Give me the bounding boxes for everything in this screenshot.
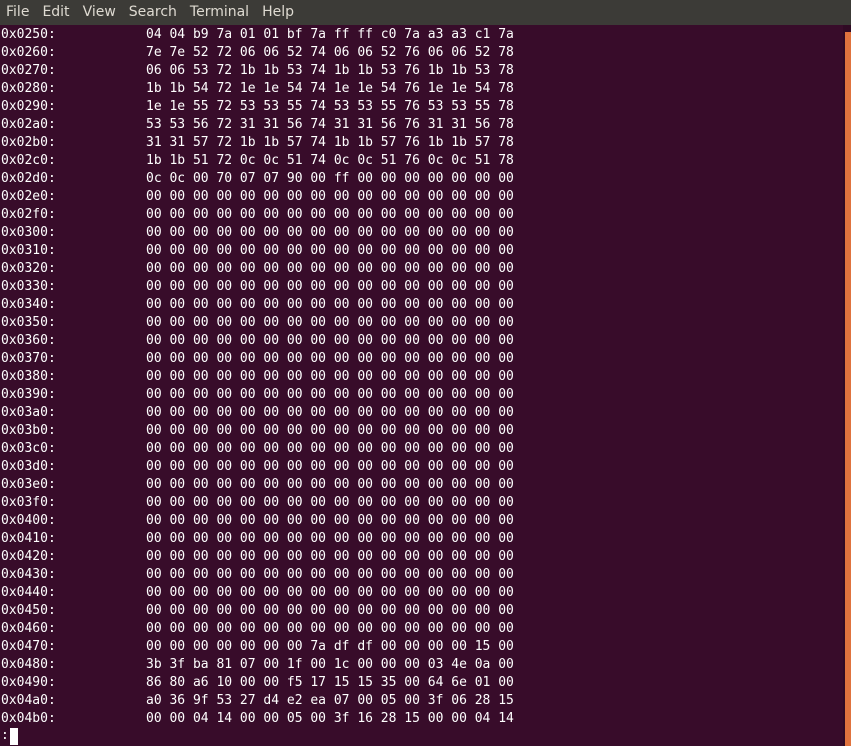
hex-address: 0x0490: bbox=[1, 675, 56, 690]
hex-address: 0x0430: bbox=[1, 567, 56, 582]
hex-address: 0x0480: bbox=[1, 657, 56, 672]
hex-address: 0x0460: bbox=[1, 621, 56, 636]
hex-bytes: 31 31 57 72 1b 1b 57 74 1b 1b 57 76 1b 1… bbox=[146, 135, 514, 150]
hex-address: 0x0340: bbox=[1, 297, 56, 312]
hex-address: 0x0410: bbox=[1, 531, 56, 546]
hex-address: 0x0360: bbox=[1, 333, 56, 348]
hex-address: 0x0350: bbox=[1, 315, 56, 330]
hex-address: 0x03d0: bbox=[1, 459, 56, 474]
hex-bytes: 00 00 00 00 00 00 00 00 00 00 00 00 00 0… bbox=[146, 621, 514, 636]
hex-address: 0x0300: bbox=[1, 225, 56, 240]
hex-bytes: 04 04 b9 7a 01 01 bf 7a ff ff c0 7a a3 a… bbox=[146, 27, 514, 42]
hex-address: 0x0390: bbox=[1, 387, 56, 402]
hex-address: 0x02c0: bbox=[1, 153, 56, 168]
hex-bytes: 00 00 00 00 00 00 00 00 00 00 00 00 00 0… bbox=[146, 243, 514, 258]
hex-address: 0x04b0: bbox=[1, 711, 56, 726]
hex-address: 0x0450: bbox=[1, 603, 56, 618]
hex-address: 0x03c0: bbox=[1, 441, 56, 456]
hex-bytes: 00 00 00 00 00 00 00 00 00 00 00 00 00 0… bbox=[146, 297, 514, 312]
hex-bytes: 1b 1b 54 72 1e 1e 54 74 1e 1e 54 76 1e 1… bbox=[146, 81, 514, 96]
hex-bytes: 7e 7e 52 72 06 06 52 74 06 06 52 76 06 0… bbox=[146, 45, 514, 60]
hex-bytes: 00 00 00 00 00 00 00 7a df df 00 00 00 0… bbox=[146, 639, 514, 654]
hex-bytes: 3b 3f ba 81 07 00 1f 00 1c 00 00 00 03 4… bbox=[146, 657, 514, 672]
hex-address: 0x02f0: bbox=[1, 207, 56, 222]
menu-file[interactable]: File bbox=[0, 0, 36, 25]
hex-address: 0x0370: bbox=[1, 351, 56, 366]
hex-bytes: 00 00 04 14 00 00 05 00 3f 16 28 15 00 0… bbox=[146, 711, 514, 726]
hex-bytes: 00 00 00 00 00 00 00 00 00 00 00 00 00 0… bbox=[146, 333, 514, 348]
pager-prompt[interactable]: : bbox=[1, 727, 18, 745]
hex-address: 0x0290: bbox=[1, 99, 56, 114]
hex-bytes: a0 36 9f 53 27 d4 e2 ea 07 00 05 00 3f 0… bbox=[146, 693, 514, 708]
hex-bytes: 1e 1e 55 72 53 53 55 74 53 53 55 76 53 5… bbox=[146, 99, 514, 114]
hex-bytes: 00 00 00 00 00 00 00 00 00 00 00 00 00 0… bbox=[146, 567, 514, 582]
hex-bytes: 00 00 00 00 00 00 00 00 00 00 00 00 00 0… bbox=[146, 225, 514, 240]
hex-bytes: 00 00 00 00 00 00 00 00 00 00 00 00 00 0… bbox=[146, 441, 514, 456]
hex-address: 0x03f0: bbox=[1, 495, 56, 510]
hex-address: 0x0470: bbox=[1, 639, 56, 654]
hex-address: 0x0260: bbox=[1, 45, 56, 60]
hex-address: 0x0310: bbox=[1, 243, 56, 258]
hex-bytes: 00 00 00 00 00 00 00 00 00 00 00 00 00 0… bbox=[146, 279, 514, 294]
menu-edit[interactable]: Edit bbox=[36, 0, 76, 25]
scroll-indicator bbox=[845, 32, 851, 746]
prompt-text: : bbox=[1, 728, 9, 743]
menu-terminal[interactable]: Terminal bbox=[184, 0, 256, 25]
menu-search[interactable]: Search bbox=[123, 0, 184, 25]
text-cursor bbox=[9, 727, 18, 745]
hex-bytes: 53 53 56 72 31 31 56 74 31 31 56 76 31 3… bbox=[146, 117, 514, 132]
hex-address: 0x0400: bbox=[1, 513, 56, 528]
hex-bytes: 0c 0c 00 70 07 07 90 00 ff 00 00 00 00 0… bbox=[146, 171, 514, 186]
hex-address: 0x03e0: bbox=[1, 477, 56, 492]
hex-address: 0x02a0: bbox=[1, 117, 56, 132]
menu-view[interactable]: View bbox=[77, 0, 123, 25]
hex-address: 0x03a0: bbox=[1, 405, 56, 420]
hex-bytes: 00 00 00 00 00 00 00 00 00 00 00 00 00 0… bbox=[146, 459, 514, 474]
hex-bytes: 00 00 00 00 00 00 00 00 00 00 00 00 00 0… bbox=[146, 603, 514, 618]
hex-bytes: 00 00 00 00 00 00 00 00 00 00 00 00 00 0… bbox=[146, 495, 514, 510]
hex-bytes: 00 00 00 00 00 00 00 00 00 00 00 00 00 0… bbox=[146, 369, 514, 384]
hex-bytes: 00 00 00 00 00 00 00 00 00 00 00 00 00 0… bbox=[146, 549, 514, 564]
hex-bytes: 00 00 00 00 00 00 00 00 00 00 00 00 00 0… bbox=[146, 531, 514, 546]
hex-bytes: 00 00 00 00 00 00 00 00 00 00 00 00 00 0… bbox=[146, 513, 514, 528]
hex-bytes: 00 00 00 00 00 00 00 00 00 00 00 00 00 0… bbox=[146, 405, 514, 420]
hex-address: 0x0420: bbox=[1, 549, 56, 564]
hex-address: 0x0440: bbox=[1, 585, 56, 600]
hex-bytes: 00 00 00 00 00 00 00 00 00 00 00 00 00 0… bbox=[146, 477, 514, 492]
hex-address: 0x02b0: bbox=[1, 135, 56, 150]
hex-address: 0x02e0: bbox=[1, 189, 56, 204]
hex-address: 0x03b0: bbox=[1, 423, 56, 438]
hex-bytes: 00 00 00 00 00 00 00 00 00 00 00 00 00 0… bbox=[146, 261, 514, 276]
hex-bytes: 00 00 00 00 00 00 00 00 00 00 00 00 00 0… bbox=[146, 351, 514, 366]
hex-bytes: 00 00 00 00 00 00 00 00 00 00 00 00 00 0… bbox=[146, 387, 514, 402]
hex-address: 0x04a0: bbox=[1, 693, 56, 708]
hex-bytes: 86 80 a6 10 00 00 f5 17 15 15 35 00 64 6… bbox=[146, 675, 514, 690]
hex-address: 0x0380: bbox=[1, 369, 56, 384]
hex-address: 0x0280: bbox=[1, 81, 56, 96]
menu-bar: File Edit View Search Terminal Help bbox=[0, 0, 851, 25]
hex-bytes: 00 00 00 00 00 00 00 00 00 00 00 00 00 0… bbox=[146, 315, 514, 330]
hex-bytes: 06 06 53 72 1b 1b 53 74 1b 1b 53 76 1b 1… bbox=[146, 63, 514, 78]
hex-bytes: 00 00 00 00 00 00 00 00 00 00 00 00 00 0… bbox=[146, 207, 514, 222]
hex-address: 0x0250: bbox=[1, 27, 56, 42]
hex-address: 0x0270: bbox=[1, 63, 56, 78]
hex-address: 0x0330: bbox=[1, 279, 56, 294]
hex-bytes: 00 00 00 00 00 00 00 00 00 00 00 00 00 0… bbox=[146, 189, 514, 204]
hex-bytes: 00 00 00 00 00 00 00 00 00 00 00 00 00 0… bbox=[146, 585, 514, 600]
menu-help[interactable]: Help bbox=[256, 0, 301, 25]
hex-bytes: 1b 1b 51 72 0c 0c 51 74 0c 0c 51 76 0c 0… bbox=[146, 153, 514, 168]
hex-address: 0x02d0: bbox=[1, 171, 56, 186]
hex-bytes: 00 00 00 00 00 00 00 00 00 00 00 00 00 0… bbox=[146, 423, 514, 438]
hex-address: 0x0320: bbox=[1, 261, 56, 276]
